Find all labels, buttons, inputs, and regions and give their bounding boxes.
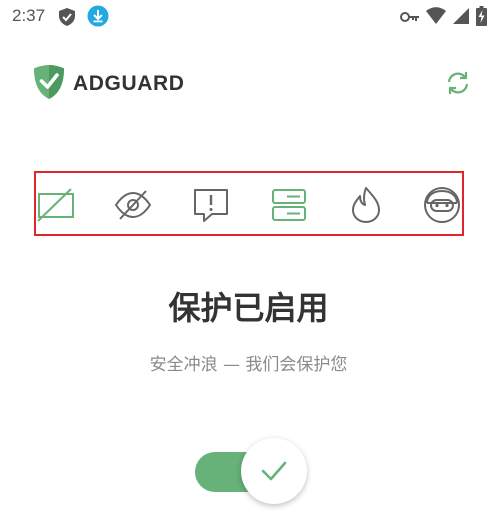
protection-status-title: 保护已启用	[168, 289, 329, 327]
shield-icon	[57, 7, 77, 31]
cellular-icon	[452, 7, 470, 29]
status-time: 2:37	[12, 6, 46, 25]
app-header: ADGUARD	[0, 60, 497, 106]
stealth-mode-icon[interactable]	[422, 185, 462, 225]
refresh-icon[interactable]	[445, 70, 471, 96]
vpn-key-icon	[400, 9, 420, 28]
tracking-protection-icon[interactable]	[113, 185, 153, 225]
dns-servers-icon[interactable]	[269, 185, 309, 225]
ad-blocking-icon[interactable]	[36, 185, 76, 225]
protection-toggle[interactable]	[195, 438, 310, 520]
status-bar: 2:37	[0, 0, 497, 34]
protection-features-strip	[34, 171, 464, 236]
checkmark-icon	[260, 458, 288, 488]
firewall-icon[interactable]	[346, 185, 386, 225]
battery-charging-icon	[476, 6, 487, 30]
protection-status-subtitle: 安全冲浪 — 我们会保护您	[149, 355, 348, 375]
annoyances-icon[interactable]	[191, 185, 231, 225]
adguard-shield-icon	[33, 64, 65, 104]
app-name: ADGUARD	[73, 72, 185, 95]
download-icon	[87, 5, 109, 31]
toggle-knob[interactable]	[241, 438, 307, 504]
wifi-icon	[426, 7, 446, 29]
adguard-logo: ADGUARD	[33, 64, 185, 104]
status-icons	[400, 6, 487, 30]
